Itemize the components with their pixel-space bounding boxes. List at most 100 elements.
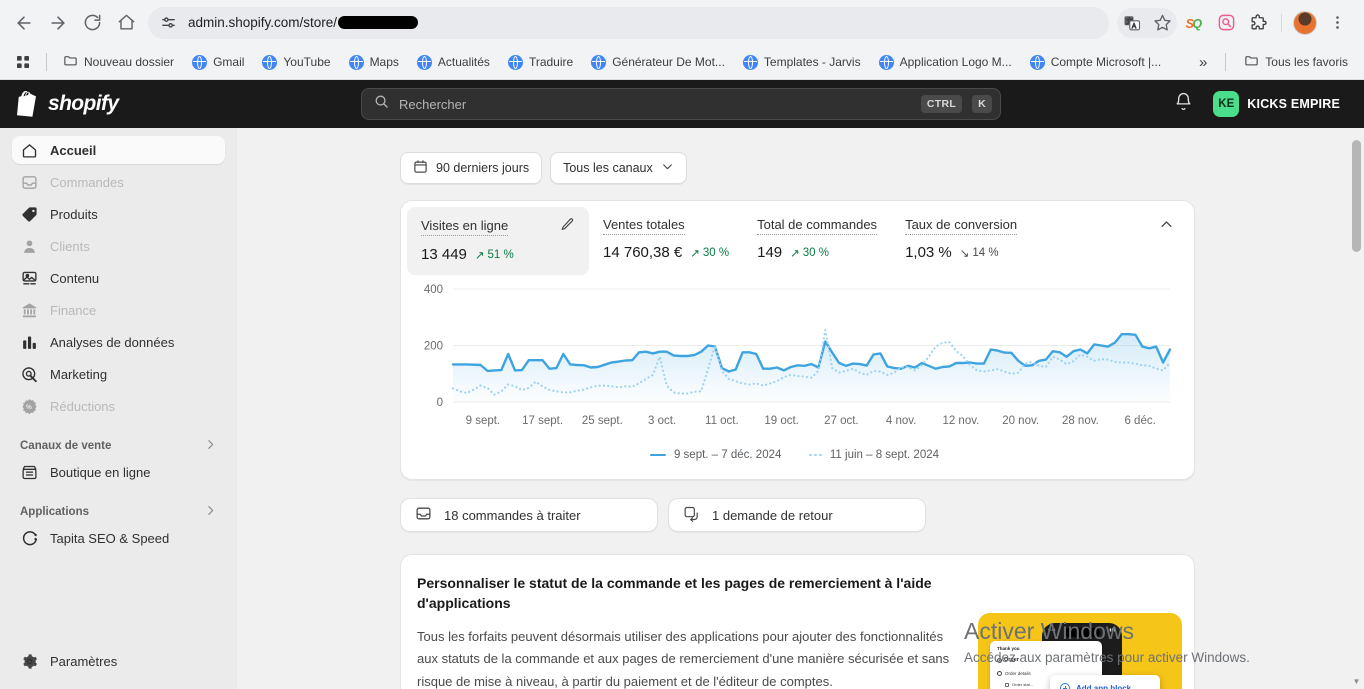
sidebar-item-clients[interactable]: Clients [12,232,225,260]
inbox-icon [415,505,432,525]
legend-item-current[interactable]: 9 sept. – 7 déc. 2024 [649,449,781,461]
bookmark-item[interactable]: YouTube [254,51,338,74]
person-icon [20,237,39,256]
sidebar-item-reductions[interactable]: % Réductions [12,392,225,420]
sidebar-item-accueil[interactable]: Accueil [12,136,225,164]
sidebar-item-marketing[interactable]: Marketing [12,360,225,388]
orders-icon [20,173,39,192]
bookmark-item[interactable]: Générateur De Mot... [583,51,733,74]
bookmark-label: Générateur De Mot... [612,55,725,69]
metric-delta: ↗ 30 % [690,247,730,260]
legend-item-previous[interactable]: 11 juin – 8 sept. 2024 [809,449,939,461]
metric-taux-de-conversion[interactable]: Taux de conversion 1,03 % ↘ 14 % [891,207,1031,273]
sidebar-item-contenu[interactable]: Contenu [12,264,225,292]
all-bookmarks-button[interactable]: Tous les favoris [1236,49,1356,75]
return-icon [683,505,700,525]
svg-text:Q: Q [1192,17,1202,31]
sq-extension-icon[interactable]: SQ [1179,8,1209,38]
chrome-profile-avatar[interactable] [1290,8,1320,38]
collapse-chart-button[interactable] [1159,207,1188,237]
folder-icon [63,53,78,71]
sidebar-section-label: Canaux de vente [20,440,112,452]
svg-text:17 sept.: 17 sept. [522,415,563,427]
svg-text:28 nov.: 28 nov. [1062,415,1099,427]
bookmark-label: Nouveau dossier [84,55,175,69]
chevron-right-icon[interactable] [204,504,217,520]
bookmark-label: Compte Microsoft |... [1050,55,1162,69]
sidebar-item-produits[interactable]: Produits [12,200,225,228]
store-switcher[interactable]: KE KICKS EMPIRE [1209,88,1348,120]
back-arrow-icon[interactable] [8,7,40,39]
svg-text:9 sept.: 9 sept. [466,415,501,427]
sidebar-item-boutique-en-ligne[interactable]: Boutique en ligne [12,458,225,486]
bookmark-item[interactable]: Compte Microsoft |... [1022,51,1169,74]
folder-icon [1244,53,1259,71]
apps-grid-icon[interactable] [8,47,38,77]
globe-icon [742,54,758,70]
bookmark-item[interactable]: Application Logo M... [871,51,1020,74]
extensions-puzzle-icon[interactable] [1243,8,1273,38]
shopify-logo[interactable]: shopify [16,91,361,117]
metric-total-de-commandes[interactable]: Total de commandes 149 ↗ 30 % [743,207,891,273]
chevron-right-icon[interactable] [204,438,217,454]
sidebar-section-label: Applications [20,506,90,518]
bookmarks-overflow-button[interactable]: » [1191,50,1215,75]
chrome-menu-icon[interactable] [1322,8,1352,38]
browser-toolbar-actions: 文A SQ [1117,7,1356,38]
bookmark-item[interactable]: Gmail [184,51,252,74]
metric-ventes-totales[interactable]: Ventes totales 14 760,38 € ↗ 30 % [589,207,743,273]
bookmark-item[interactable]: Maps [341,51,407,74]
svg-text:27 oct.: 27 oct. [824,415,859,427]
bookmark-item[interactable]: Templates - Jarvis [735,51,869,74]
svg-text:0: 0 [437,397,443,409]
scrollbar-down-arrow[interactable]: ▼ [1349,677,1364,686]
address-bar[interactable]: admin.shopify.com/store/ [148,6,1109,39]
notifications-bell-icon[interactable] [1174,92,1193,116]
metric-value: 1,03 % [905,244,952,261]
site-settings-icon[interactable] [160,14,178,32]
translate-icon[interactable]: 文A [1117,8,1147,38]
metrics-row: Visites en ligne 13 449 ↗ 51 % Ventes to… [401,201,1194,275]
bookmark-item[interactable]: Traduire [500,51,581,74]
search-extension-icon[interactable] [1211,8,1241,38]
task-label: 18 commandes à traiter [444,507,581,523]
orders-to-fulfill-button[interactable]: 18 commandes à traiter [400,498,658,532]
shopify-wordmark: shopify [48,92,119,115]
main-content-area: 90 derniers jours Tous les canaux Visite… [237,128,1364,689]
sidebar-section-applications[interactable]: Applications [12,504,225,520]
metric-visites-en-ligne[interactable]: Visites en ligne 13 449 ↗ 51 % [407,207,589,275]
scrollbar-thumb[interactable] [1352,140,1361,252]
info-icon [997,671,1002,677]
bookmark-star-icon[interactable] [1147,8,1177,38]
analytics-card: Visites en ligne 13 449 ↗ 51 % Ventes to… [400,200,1195,480]
sidebar-item-finance[interactable]: Finance [12,296,225,324]
order-label-row: Order [997,657,1095,663]
date-range-filter-button[interactable]: 90 derniers jours [400,152,543,184]
sidebar-item-label: Analyses de données [50,334,175,350]
return-request-button[interactable]: 1 demande de retour [668,498,926,532]
reload-icon[interactable] [76,7,108,39]
sidebar-item-commandes[interactable]: Commandes [12,168,225,196]
forward-arrow-icon[interactable] [42,7,74,39]
sidebar-item-parametres[interactable]: Paramètres [12,647,225,675]
sidebar-item-label: Marketing [50,366,108,382]
shortcut-key-badge: K [972,95,992,113]
sidebar-section-canaux-de-vente[interactable]: Canaux de vente [12,438,225,454]
shopify-bag-icon [16,91,40,117]
pencil-icon[interactable] [560,217,575,237]
bookmark-item[interactable]: Actualités [409,51,498,74]
page-scrollbar[interactable]: ▼ [1349,128,1364,689]
search-input[interactable]: Rechercher CTRL K [361,88,1001,120]
bookmark-label: Actualités [437,55,490,69]
add-app-block-button[interactable]: Add app block [1050,675,1160,689]
home-icon[interactable] [110,7,142,39]
svg-text:6 déc.: 6 déc. [1124,415,1155,427]
channel-filter-button[interactable]: Tous les canaux [550,152,687,184]
store-name: KICKS EMPIRE [1247,97,1340,111]
sidebar-item-analyses[interactable]: Analyses de données [12,328,225,356]
sidebar-item-tapita-seo-speed[interactable]: Tapita SEO & Speed [12,524,225,552]
metric-label: Visites en ligne [421,218,509,236]
gear-icon [20,652,39,671]
svg-text:3 oct.: 3 oct. [648,415,676,427]
bookmark-item[interactable]: Nouveau dossier [55,49,182,75]
